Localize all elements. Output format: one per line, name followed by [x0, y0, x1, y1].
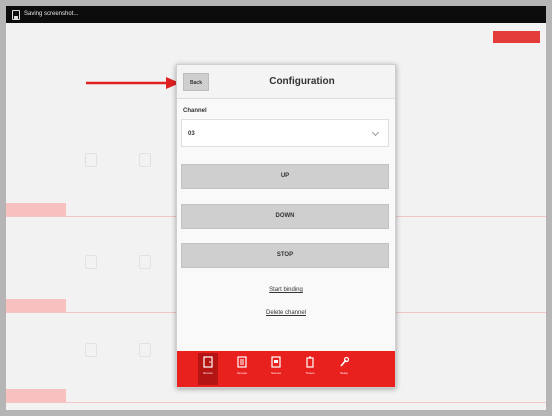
timer-icon [306, 356, 314, 368]
door-icon [203, 356, 213, 368]
background-tab [6, 299, 66, 312]
divider [6, 402, 546, 403]
background-item [130, 255, 160, 273]
annotation-arrow [86, 77, 180, 89]
chevron-down-icon [371, 128, 380, 137]
nav-label: Setup [340, 371, 348, 375]
dialog-title: Configuration [269, 76, 335, 87]
channel-value: 03 [188, 131, 195, 137]
background-item [76, 343, 106, 361]
nav-rooms[interactable]: Rooms [198, 353, 218, 385]
status-bar: Saving screenshot... [6, 6, 546, 23]
nav-label: Groups [237, 371, 247, 375]
start-binding-link[interactable]: Start binding [177, 287, 395, 293]
back-button[interactable]: Back [183, 73, 209, 91]
nav-timers[interactable]: Timers [300, 353, 320, 385]
status-text: Saving screenshot... [24, 11, 79, 17]
background-item [76, 153, 106, 171]
wrench-icon [340, 356, 349, 367]
channel-label: Channel [183, 108, 207, 114]
channel-select[interactable]: 03 [181, 119, 389, 147]
nav-groups[interactable]: Groups [232, 353, 252, 385]
background-item [130, 343, 160, 361]
nav-label: Timers [305, 371, 315, 375]
background-item [76, 255, 106, 273]
background-tab [6, 203, 66, 216]
up-button[interactable]: UP [181, 164, 389, 189]
down-button[interactable]: DOWN [181, 204, 389, 229]
group-icon [237, 356, 247, 368]
configuration-dialog: Back Configuration Channel 03 UP DOWN ST… [176, 64, 396, 388]
background-top-button [493, 31, 540, 43]
nav-label: Scenes [270, 371, 281, 375]
nav-setup[interactable]: Setup [334, 353, 354, 385]
bottom-nav: Rooms Groups Scenes Timers Setup [177, 351, 395, 387]
background-item [130, 153, 160, 171]
background-tab [6, 389, 66, 402]
nav-scenes[interactable]: Scenes [266, 353, 286, 385]
scene-icon [271, 356, 281, 368]
stop-button[interactable]: STOP [181, 243, 389, 268]
dialog-header: Back Configuration [177, 65, 395, 99]
delete-channel-link[interactable]: Delete channel [177, 310, 395, 316]
nav-label: Rooms [203, 371, 213, 375]
screenshot-icon [12, 9, 20, 20]
